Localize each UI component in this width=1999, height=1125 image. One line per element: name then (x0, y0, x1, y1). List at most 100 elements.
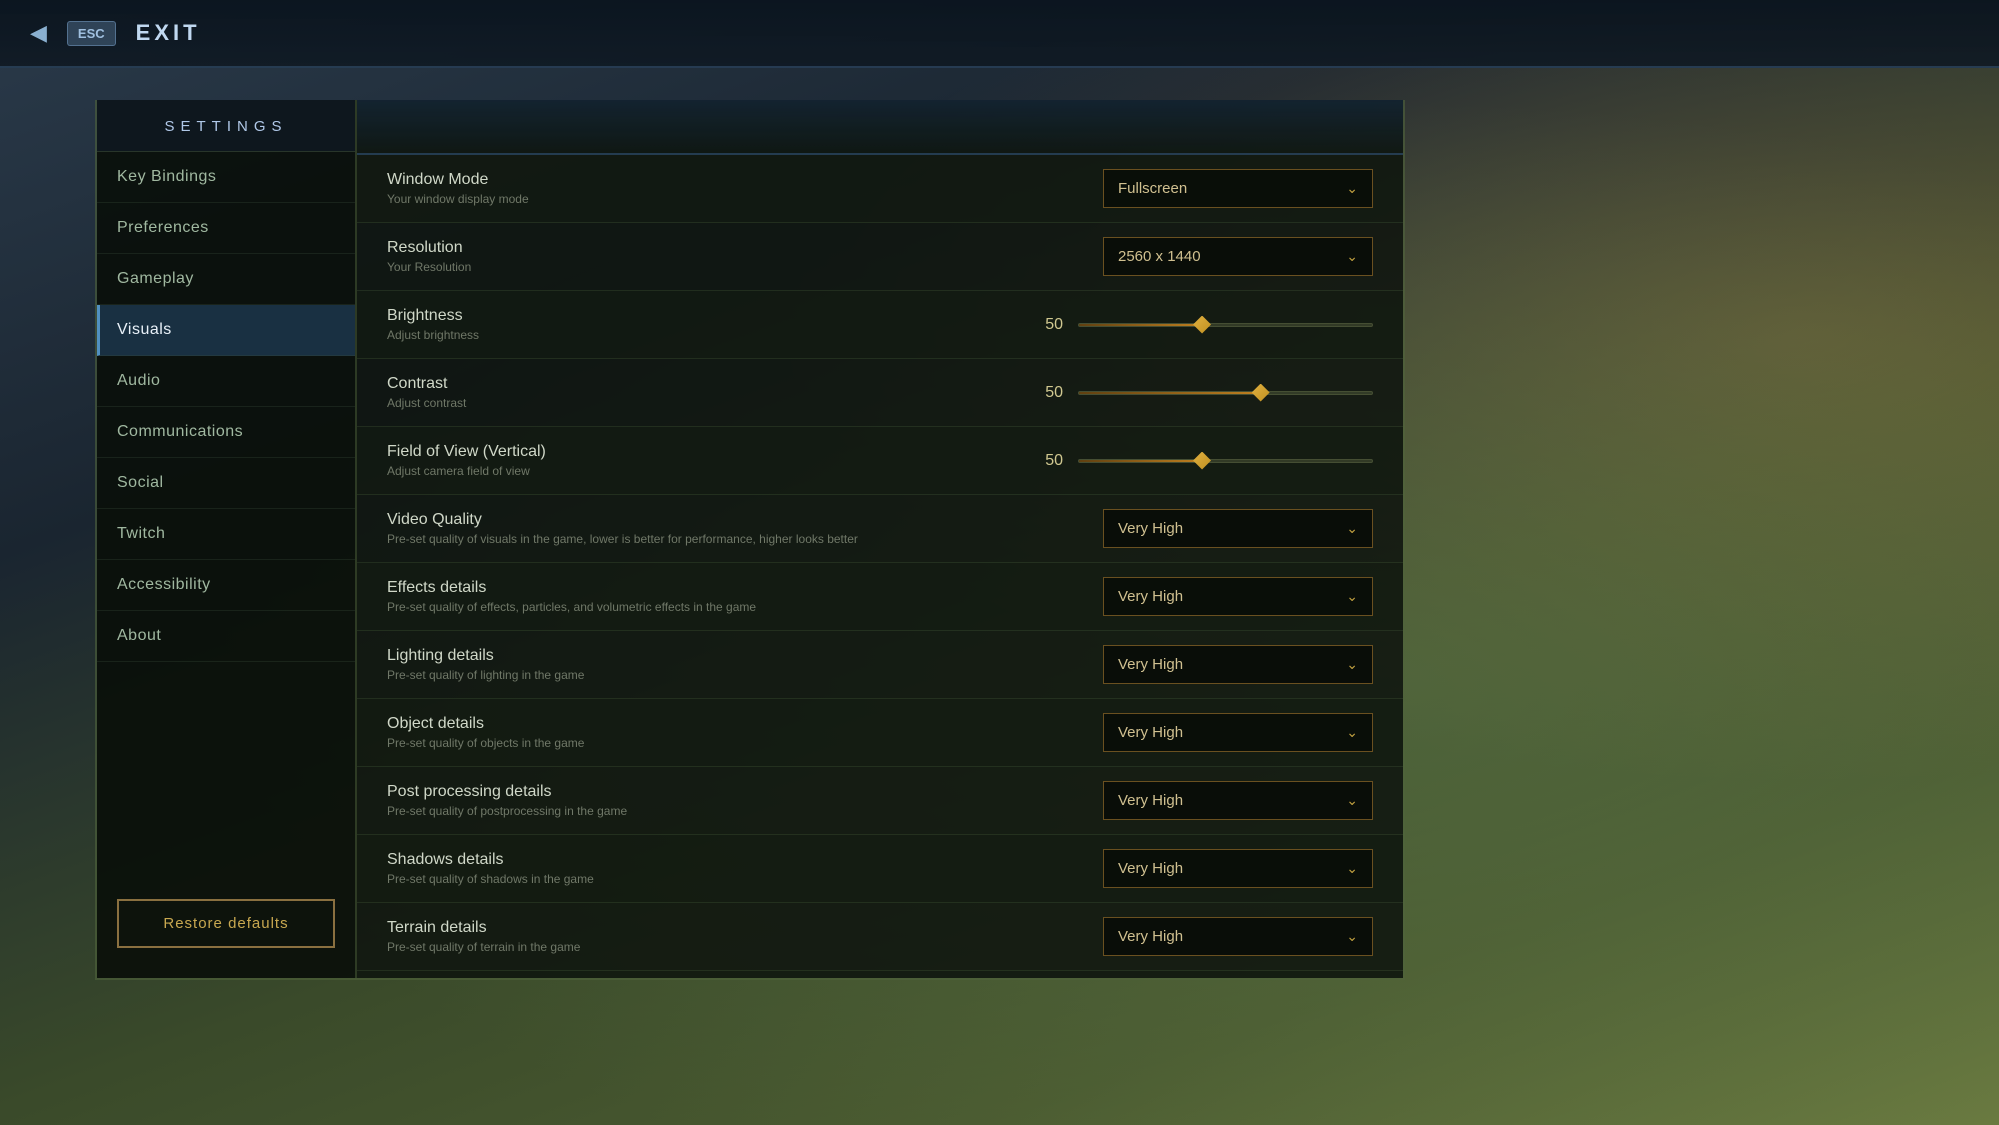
slider-contrast[interactable]: 50 (1033, 384, 1373, 402)
setting-info-resolution: Resolution Your Resolution (387, 239, 1103, 274)
content-header (357, 100, 1403, 155)
setting-row-video-quality: Video QualityPre-set quality of visuals … (357, 495, 1403, 563)
setting-info-video-quality: Video QualityPre-set quality of visuals … (387, 511, 1103, 546)
setting-info-effects-details: Effects details Pre-set quality of effect… (387, 579, 1103, 614)
setting-row-resolution: Resolution Your Resolution 2560 x 1440 ⌄ (357, 223, 1403, 291)
slider-fill-contrast (1079, 392, 1261, 394)
dropdown-arrow-icon: ⌄ (1346, 792, 1358, 809)
setting-desc-post-processing: Pre-set quality of postprocessing in the… (387, 804, 1103, 818)
dropdown-arrow-icon: ⌄ (1346, 520, 1358, 537)
sidebar: SETTINGS Key BindingsPreferencesGameplay… (97, 100, 357, 978)
slider-thumb-brightness[interactable] (1193, 316, 1211, 334)
slider-track-brightness[interactable] (1078, 323, 1373, 327)
setting-info-post-processing: Post processing details Pre-set quality o… (387, 783, 1103, 818)
setting-name-post-processing: Post processing details (387, 783, 1103, 801)
setting-row-brightness: Brightness Adjust brightness50 (357, 291, 1403, 359)
setting-name-fov: Field of View (Vertical) (387, 443, 1033, 461)
setting-name-shadows-details: Shadows details (387, 851, 1103, 869)
setting-row-effects-details: Effects details Pre-set quality of effect… (357, 563, 1403, 631)
slider-fov[interactable]: 50 (1033, 452, 1373, 470)
settings-content[interactable]: Window Mode Your window display modeFulls… (357, 100, 1403, 978)
setting-name-window-mode: Window Mode (387, 171, 1103, 189)
dropdown-post-processing[interactable]: Very High⌄ (1103, 781, 1373, 820)
back-arrow-icon[interactable]: ◀ (30, 20, 47, 46)
setting-name-contrast: Contrast (387, 375, 1033, 393)
setting-desc-terrain-details: Pre-set quality of terrain in the game (387, 940, 1103, 954)
setting-row-post-processing: Post processing details Pre-set quality o… (357, 767, 1403, 835)
dropdown-value-video-quality: Very High (1118, 520, 1183, 537)
setting-desc-fov: Adjust camera field of view (387, 464, 1033, 478)
slider-fill-fov (1079, 460, 1202, 462)
setting-desc-effects-details: Pre-set quality of effects, particles, a… (387, 600, 1103, 614)
dropdown-shadows-details[interactable]: Very High ⌄ (1103, 849, 1373, 888)
setting-desc-window-mode: Your window display mode (387, 192, 1103, 206)
setting-desc-contrast: Adjust contrast (387, 396, 1033, 410)
sidebar-item-accessibility[interactable]: Accessibility (97, 560, 355, 611)
dropdown-arrow-icon: ⌄ (1346, 724, 1358, 741)
sidebar-item-key-bindings[interactable]: Key Bindings (97, 152, 355, 203)
setting-name-lighting-details: Lighting details (387, 647, 1103, 665)
dropdown-value-object-details: Very High (1118, 724, 1183, 741)
setting-name-brightness: Brightness (387, 307, 1033, 325)
esc-badge[interactable]: ESC (67, 21, 116, 46)
setting-info-terrain-details: Terrain detailsPre-set quality of terrai… (387, 919, 1103, 954)
dropdown-effects-details[interactable]: Very High ⌄ (1103, 577, 1373, 616)
sidebar-item-audio[interactable]: Audio (97, 356, 355, 407)
setting-name-effects-details: Effects details (387, 579, 1103, 597)
slider-brightness[interactable]: 50 (1033, 316, 1373, 334)
dropdown-value-shadows-details: Very High (1118, 860, 1183, 877)
dropdown-video-quality[interactable]: Very High ⌄ (1103, 509, 1373, 548)
slider-value-brightness: 50 (1033, 316, 1063, 334)
slider-thumb-fov[interactable] (1193, 452, 1211, 470)
dropdown-value-resolution: 2560 x 1440 (1118, 248, 1201, 265)
sidebar-item-about[interactable]: About (97, 611, 355, 662)
slider-value-contrast: 50 (1033, 384, 1063, 402)
setting-row-contrast: Contrast Adjust contrast50 (357, 359, 1403, 427)
settings-title: SETTINGS (97, 100, 355, 152)
sidebar-item-preferences[interactable]: Preferences (97, 203, 355, 254)
dropdown-arrow-icon: ⌄ (1346, 860, 1358, 877)
exit-label: EXIT (136, 20, 201, 46)
dropdown-arrow-icon: ⌄ (1346, 588, 1358, 605)
sidebar-item-visuals[interactable]: Visuals (97, 305, 355, 356)
dropdown-window-mode[interactable]: Fullscreen⌄ (1103, 169, 1373, 208)
restore-defaults-button[interactable]: Restore defaults (117, 899, 335, 948)
top-bar: ◀ ESC EXIT (0, 0, 1999, 68)
dropdown-arrow-icon: ⌄ (1346, 656, 1358, 673)
setting-info-window-mode: Window Mode Your window display mode (387, 171, 1103, 206)
dropdown-terrain-details[interactable]: Very High ⌄ (1103, 917, 1373, 956)
setting-name-video-quality: Video Quality (387, 511, 1103, 529)
slider-thumb-contrast[interactable] (1252, 384, 1270, 402)
dropdown-value-effects-details: Very High (1118, 588, 1183, 605)
setting-desc-brightness: Adjust brightness (387, 328, 1033, 342)
setting-info-object-details: Object detailsPre-set quality of objects… (387, 715, 1103, 750)
sidebar-item-twitch[interactable]: Twitch (97, 509, 355, 560)
setting-desc-shadows-details: Pre-set quality of shadows in the game (387, 872, 1103, 886)
dropdown-arrow-icon: ⌄ (1346, 248, 1358, 265)
slider-track-fov[interactable] (1078, 459, 1373, 463)
sidebar-item-social[interactable]: Social (97, 458, 355, 509)
setting-desc-resolution: Your Resolution (387, 260, 1103, 274)
slider-value-fov: 50 (1033, 452, 1063, 470)
dropdown-value-terrain-details: Very High (1118, 928, 1183, 945)
sidebar-item-communications[interactable]: Communications (97, 407, 355, 458)
dropdown-resolution[interactable]: 2560 x 1440 ⌄ (1103, 237, 1373, 276)
setting-info-brightness: Brightness Adjust brightness (387, 307, 1033, 342)
settings-panel: SETTINGS Key BindingsPreferencesGameplay… (95, 100, 1405, 980)
setting-row-texture-details: Texture detailsPre-set quality of textur… (357, 971, 1403, 978)
setting-info-fov: Field of View (Vertical) Adjust camera fi… (387, 443, 1033, 478)
dropdown-lighting-details[interactable]: Very High⌄ (1103, 645, 1373, 684)
setting-row-window-mode: Window Mode Your window display modeFulls… (357, 155, 1403, 223)
setting-name-object-details: Object details (387, 715, 1103, 733)
dropdown-arrow-icon: ⌄ (1346, 928, 1358, 945)
setting-info-lighting-details: Lighting detailsPre-set quality of light… (387, 647, 1103, 682)
dropdown-object-details[interactable]: Very High ⌄ (1103, 713, 1373, 752)
setting-row-shadows-details: Shadows details Pre-set quality of shadow… (357, 835, 1403, 903)
slider-track-contrast[interactable] (1078, 391, 1373, 395)
settings-rows: Window Mode Your window display modeFulls… (357, 155, 1403, 978)
setting-row-object-details: Object detailsPre-set quality of objects… (357, 699, 1403, 767)
dropdown-arrow-icon: ⌄ (1346, 180, 1358, 197)
sidebar-item-gameplay[interactable]: Gameplay (97, 254, 355, 305)
setting-name-resolution: Resolution (387, 239, 1103, 257)
slider-fill-brightness (1079, 324, 1202, 326)
